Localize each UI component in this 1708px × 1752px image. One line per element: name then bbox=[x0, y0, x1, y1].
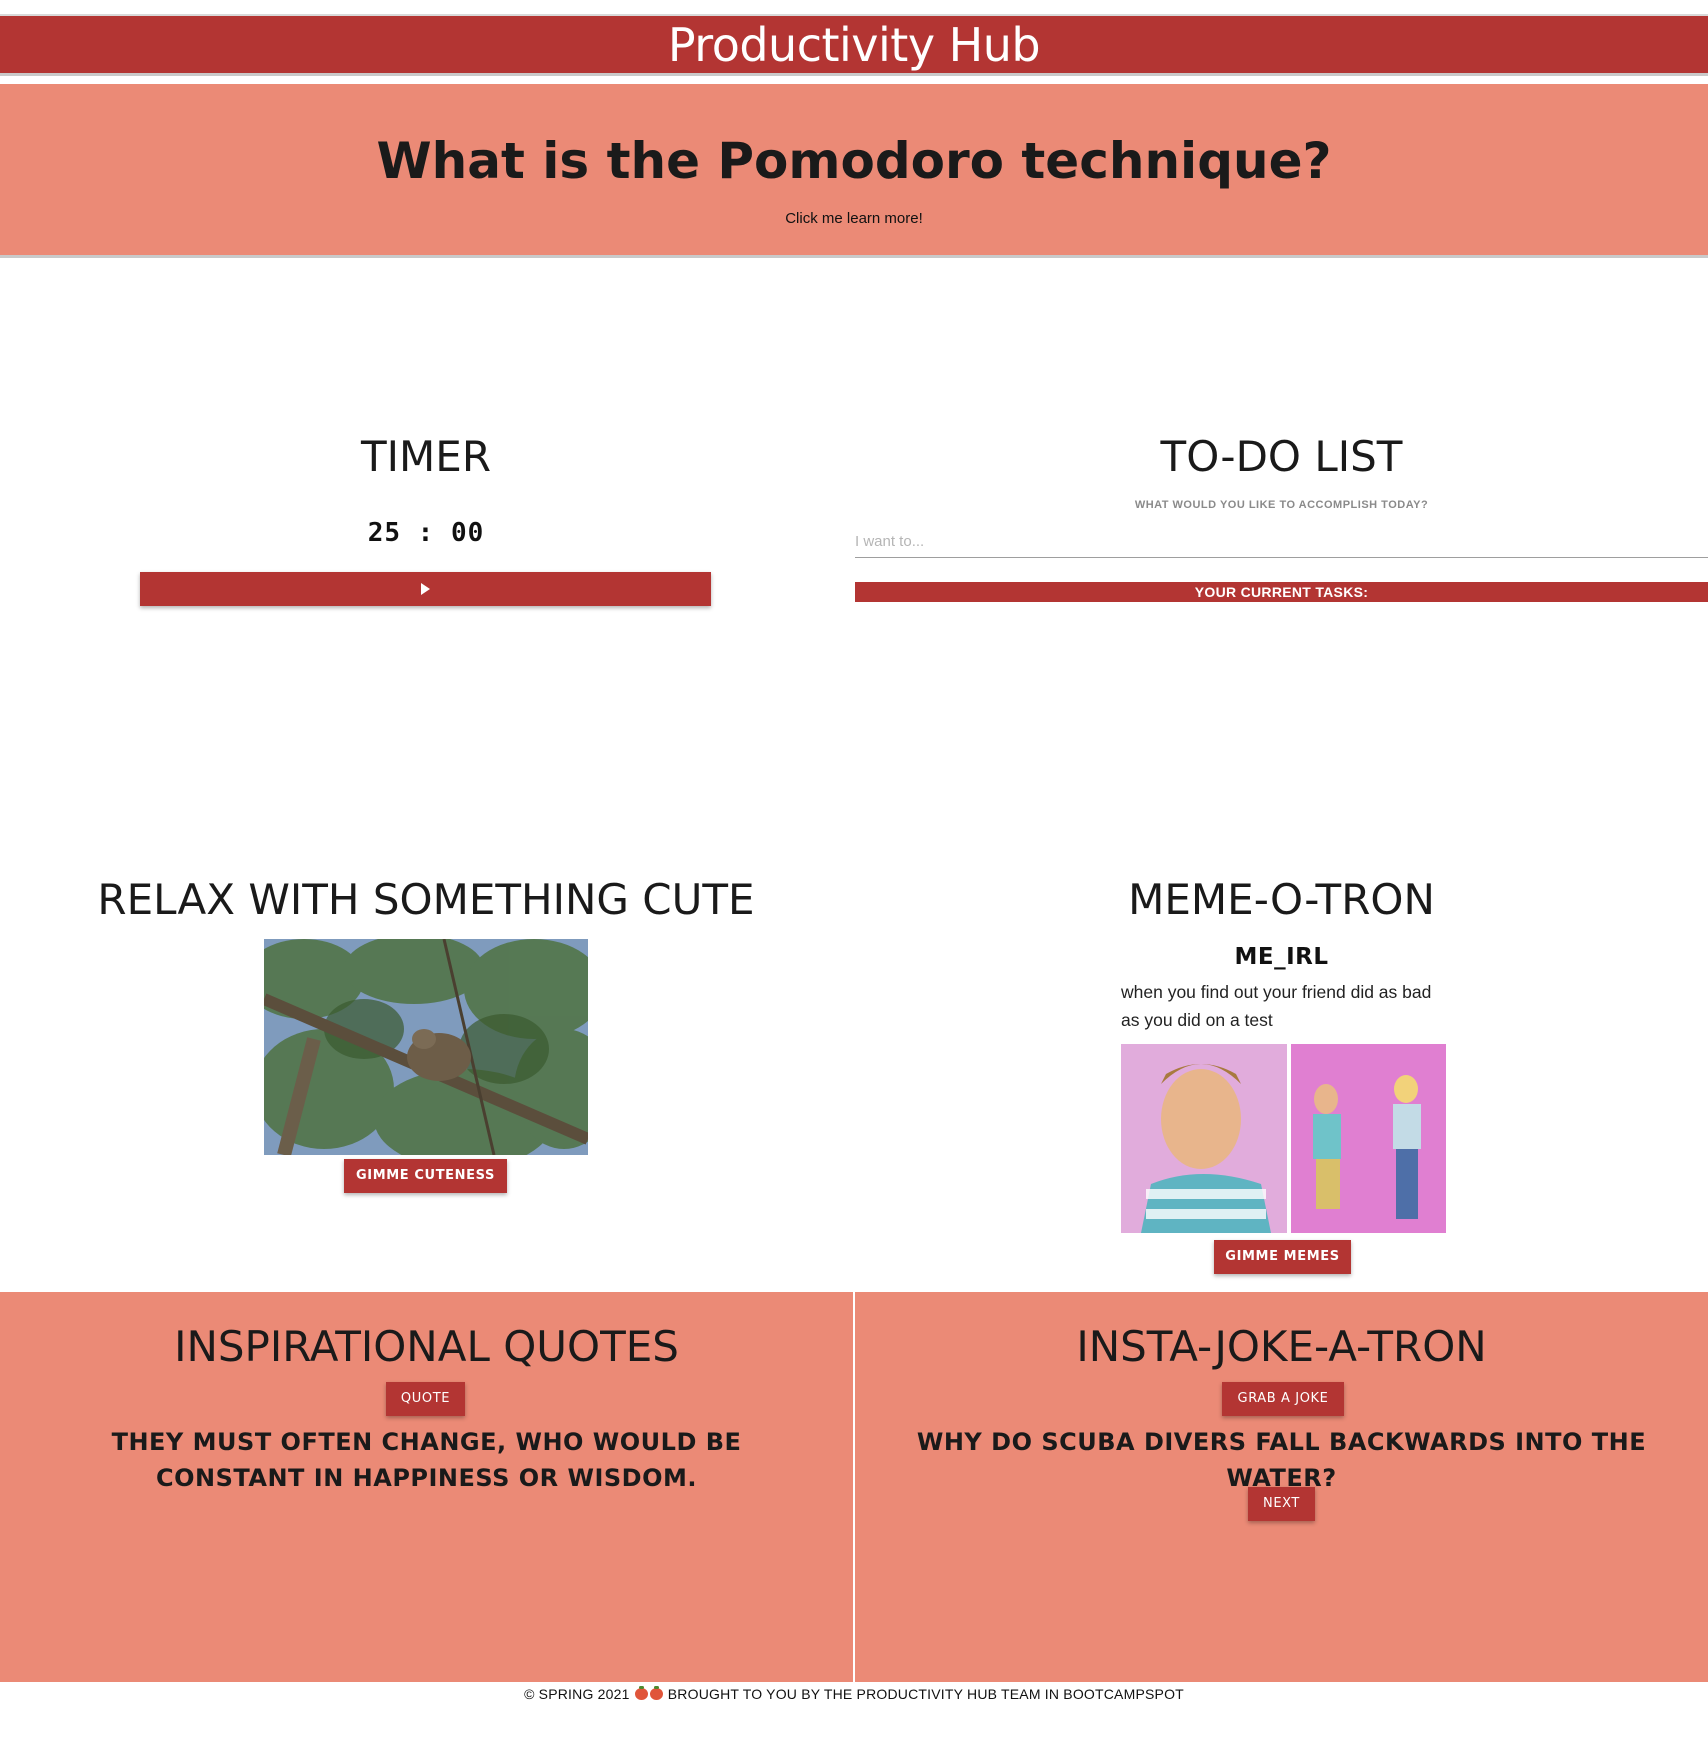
play-icon bbox=[421, 583, 430, 595]
grab-joke-button[interactable]: GRAB A JOKE bbox=[1222, 1382, 1344, 1416]
footer-copyright: © SPRING 2021 bbox=[524, 1686, 630, 1702]
meme-picture bbox=[1121, 1044, 1446, 1233]
cute-animal-image bbox=[264, 939, 588, 1155]
start-timer-button[interactable] bbox=[140, 572, 711, 606]
quote-text: THEY MUST OFTEN CHANGE, WHO WOULD BE CON… bbox=[111, 1428, 742, 1492]
meme-section-title: MEME-O-TRON bbox=[1128, 875, 1435, 924]
timer-display: 25 : 00 bbox=[367, 518, 485, 548]
joke-text: WHY DO SCUBA DIVERS FALL BACKWARDS INTO … bbox=[916, 1428, 1647, 1492]
quote-button[interactable]: QUOTE bbox=[386, 1382, 465, 1416]
learn-more-link[interactable]: Click me learn more! bbox=[0, 210, 1708, 227]
pomodoro-hero: What is the Pomodoro technique? Click me… bbox=[0, 84, 1708, 258]
brand-title[interactable]: Productivity Hub bbox=[668, 18, 1041, 72]
tomato-icon bbox=[649, 1686, 663, 1700]
meme-title: ME_IRL bbox=[1234, 944, 1329, 970]
quotes-panel: INSPIRATIONAL QUOTES QUOTE THEY MUST OFT… bbox=[0, 1292, 853, 1682]
current-tasks-header: YOUR CURRENT TASKS: bbox=[855, 582, 1708, 602]
tomato-icon bbox=[634, 1686, 648, 1700]
timer-title: TIMER bbox=[361, 432, 491, 481]
gimme-memes-button[interactable]: GIMME MEMES bbox=[1214, 1240, 1351, 1274]
meme-image: when you find out your friend did as bad… bbox=[1121, 974, 1446, 1233]
hero-title: What is the Pomodoro technique? bbox=[376, 132, 1332, 190]
cute-title: RELAX WITH SOMETHING CUTE bbox=[97, 875, 755, 924]
jokes-title: INSTA-JOKE-A-TRON bbox=[1076, 1322, 1487, 1371]
gimme-cuteness-button[interactable]: GIMME CUTENESS bbox=[344, 1159, 507, 1193]
jokes-panel: INSTA-JOKE-A-TRON GRAB A JOKE WHY DO SCU… bbox=[855, 1292, 1708, 1682]
top-navbar: Productivity Hub bbox=[0, 14, 1708, 76]
footer-credits: BROUGHT TO YOU BY THE PRODUCTIVITY HUB T… bbox=[667, 1686, 1184, 1702]
quotes-title: INSPIRATIONAL QUOTES bbox=[174, 1322, 679, 1371]
todo-title: TO-DO LIST bbox=[1160, 432, 1403, 481]
todo-subtitle: WHAT WOULD YOU LIKE TO ACCOMPLISH TODAY? bbox=[1134, 499, 1429, 511]
footer: © SPRING 2021 BROUGHT TO YOU BY THE PROD… bbox=[0, 1686, 1708, 1702]
todo-input[interactable] bbox=[855, 526, 1708, 558]
sloth-in-tree-picture bbox=[264, 939, 588, 1155]
next-joke-button[interactable]: NEXT bbox=[1248, 1487, 1315, 1521]
